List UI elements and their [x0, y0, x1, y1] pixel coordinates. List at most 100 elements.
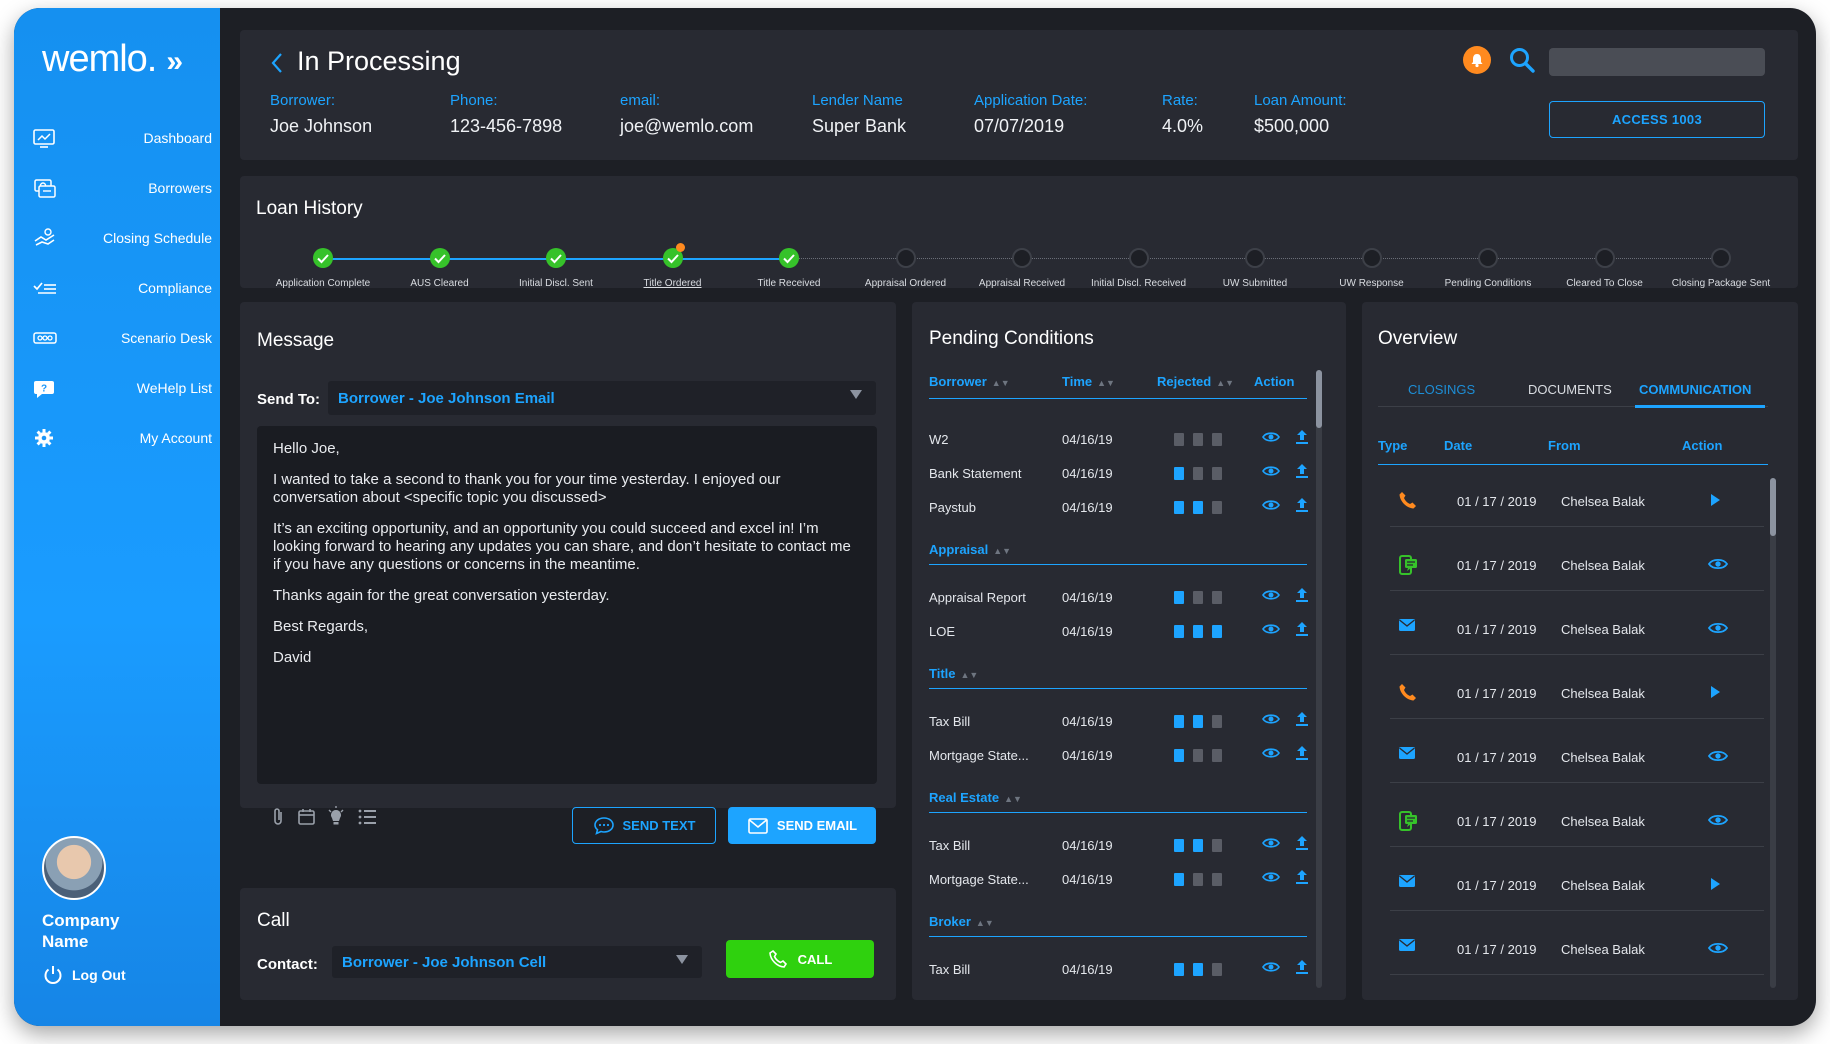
eye-icon[interactable]: [1262, 430, 1280, 449]
collapse-chevron-icon[interactable]: »: [166, 45, 183, 78]
document-icon[interactable]: [1193, 839, 1203, 852]
upload-icon[interactable]: [1295, 959, 1309, 980]
list-icon[interactable]: [358, 808, 378, 831]
document-icon[interactable]: [1174, 749, 1184, 762]
upload-icon[interactable]: [1295, 869, 1309, 890]
document-icon[interactable]: [1174, 433, 1184, 446]
play-icon[interactable]: [1708, 877, 1722, 896]
document-icon[interactable]: [1174, 501, 1184, 514]
step-label[interactable]: Closing Package Sent: [1651, 278, 1791, 289]
upload-icon[interactable]: [1295, 463, 1309, 484]
condition-group-header[interactable]: Real Estate ▲▼: [929, 790, 1022, 805]
send-text-button[interactable]: SEND TEXT: [572, 807, 716, 844]
eye-icon[interactable]: [1262, 746, 1280, 765]
sidebar-item-wehelp-list[interactable]: ? WeHelp List: [32, 373, 212, 403]
tab-documents[interactable]: DOCUMENTS: [1528, 382, 1612, 397]
eye-icon[interactable]: [1262, 712, 1280, 731]
document-icon[interactable]: [1193, 501, 1203, 514]
eye-icon[interactable]: [1262, 588, 1280, 607]
eye-icon[interactable]: [1707, 941, 1729, 960]
overview-scrollbar[interactable]: [1770, 478, 1776, 988]
document-icon[interactable]: [1212, 433, 1222, 446]
document-icon[interactable]: [1174, 625, 1184, 638]
notification-bell-icon[interactable]: [1463, 46, 1491, 74]
document-icon[interactable]: [1212, 467, 1222, 480]
back-chevron-icon[interactable]: [270, 52, 284, 79]
step-node[interactable]: [546, 248, 566, 268]
document-icon[interactable]: [1174, 873, 1184, 886]
upload-icon[interactable]: [1295, 497, 1309, 518]
document-icon[interactable]: [1193, 715, 1203, 728]
step-node[interactable]: [1594, 248, 1615, 268]
send-to-select[interactable]: Borrower - Joe Johnson Email: [328, 381, 876, 415]
play-icon[interactable]: [1708, 493, 1722, 512]
logout-button[interactable]: Log Out: [42, 964, 126, 986]
upload-icon[interactable]: [1295, 745, 1309, 766]
sidebar-item-compliance[interactable]: Compliance: [32, 273, 212, 303]
document-icon[interactable]: [1212, 591, 1222, 604]
eye-icon[interactable]: [1262, 836, 1280, 855]
tab-communication[interactable]: COMMUNICATION: [1639, 382, 1751, 397]
upload-icon[interactable]: [1295, 587, 1309, 608]
document-icon[interactable]: [1174, 963, 1184, 976]
sidebar-item-scenario-desk[interactable]: Scenario Desk: [32, 323, 212, 353]
condition-group-header[interactable]: Title ▲▼: [929, 666, 978, 681]
sidebar-item-dashboard[interactable]: Dashboard: [32, 123, 212, 153]
avatar[interactable]: [42, 836, 106, 900]
document-icon[interactable]: [1174, 715, 1184, 728]
eye-icon[interactable]: [1262, 870, 1280, 889]
document-icon[interactable]: [1212, 839, 1222, 852]
upload-icon[interactable]: [1295, 621, 1309, 642]
document-icon[interactable]: [1212, 749, 1222, 762]
step-node[interactable]: [1361, 248, 1382, 268]
upload-icon[interactable]: [1295, 711, 1309, 732]
condition-group-header[interactable]: Appraisal ▲▼: [929, 542, 1011, 557]
document-icon[interactable]: [1174, 839, 1184, 852]
eye-icon[interactable]: [1262, 622, 1280, 641]
eye-icon[interactable]: [1707, 813, 1729, 832]
document-icon[interactable]: [1193, 433, 1203, 446]
upload-icon[interactable]: [1295, 835, 1309, 856]
step-node[interactable]: [1245, 248, 1265, 268]
document-icon[interactable]: [1212, 501, 1222, 514]
upload-icon[interactable]: [1295, 429, 1309, 450]
eye-icon[interactable]: [1707, 749, 1729, 768]
attach-icon[interactable]: [269, 806, 287, 833]
eye-icon[interactable]: [1262, 498, 1280, 517]
col-header-borrower[interactable]: Borrower ▲▼: [929, 374, 1010, 389]
document-icon[interactable]: [1193, 749, 1203, 762]
calendar-icon[interactable]: [297, 807, 317, 832]
step-node[interactable]: [1478, 248, 1498, 268]
document-icon[interactable]: [1212, 873, 1222, 886]
document-icon[interactable]: [1193, 873, 1203, 886]
sidebar-item-borrowers[interactable]: Borrowers: [32, 173, 212, 203]
overview-scrollbar-thumb[interactable]: [1770, 478, 1776, 536]
document-icon[interactable]: [1193, 467, 1203, 480]
contact-select[interactable]: Borrower - Joe Johnson Cell: [332, 946, 702, 978]
pending-scrollbar-thumb[interactable]: [1316, 370, 1322, 428]
document-icon[interactable]: [1174, 467, 1184, 480]
document-icon[interactable]: [1193, 591, 1203, 604]
step-node[interactable]: [313, 248, 333, 268]
access-1003-button[interactable]: ACCESS 1003: [1549, 101, 1765, 138]
send-email-button[interactable]: SEND EMAIL: [728, 807, 876, 844]
lightbulb-icon[interactable]: [326, 806, 346, 833]
sidebar-item-closing-schedule[interactable]: Closing Schedule: [32, 223, 212, 253]
message-body-textarea[interactable]: Hello Joe, I wanted to take a second to …: [257, 426, 877, 784]
document-icon[interactable]: [1193, 963, 1203, 976]
document-icon[interactable]: [1212, 963, 1222, 976]
col-header-rejected[interactable]: Rejected ▲▼: [1157, 374, 1234, 389]
eye-icon[interactable]: [1262, 464, 1280, 483]
play-icon[interactable]: [1708, 685, 1722, 704]
document-icon[interactable]: [1174, 591, 1184, 604]
eye-icon[interactable]: [1707, 557, 1729, 576]
step-node[interactable]: [895, 248, 916, 268]
sidebar-item-my-account[interactable]: My Account: [32, 423, 212, 453]
tab-closings[interactable]: CLOSINGS: [1408, 382, 1475, 397]
search-icon[interactable]: [1508, 46, 1536, 79]
eye-icon[interactable]: [1262, 960, 1280, 979]
step-node[interactable]: [1128, 248, 1149, 268]
step-node[interactable]: [429, 248, 450, 268]
document-icon[interactable]: [1212, 715, 1222, 728]
step-node[interactable]: [1711, 248, 1731, 268]
